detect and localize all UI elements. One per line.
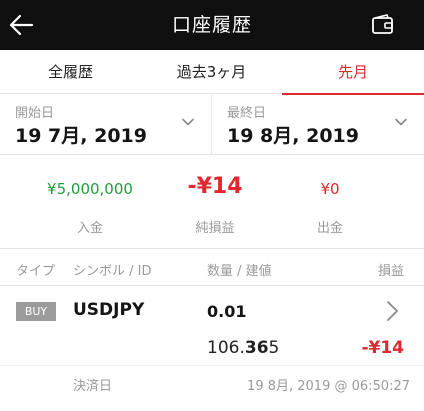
app-header: 口座履歴: [0, 0, 424, 50]
trade-price-suffix: 5: [268, 338, 280, 358]
table-row[interactable]: BUY USDJPY 0.01 106.365 -¥14 決済日 19 8月, …: [0, 287, 424, 411]
end-date-picker[interactable]: 最終日 19 8月, 2019: [212, 95, 424, 155]
trade-price-prefix: 106.: [207, 338, 245, 358]
row-divider: [0, 365, 424, 366]
start-date-label: 開始日: [15, 106, 55, 121]
tab-last-month-label: 先月: [337, 63, 368, 81]
settlement-label: 決済日: [73, 379, 113, 394]
table-header: タイプ シンボル / ID 数量 / 建値 損益: [0, 250, 424, 286]
page-title: 口座履歴: [171, 14, 252, 36]
withdrawal-label: 出金: [316, 221, 343, 236]
withdrawal-value: ¥0: [320, 180, 340, 198]
date-range: 開始日 19 7月, 2019 最終日 19 8月, 2019: [0, 95, 424, 155]
tab-all-history[interactable]: 全履歴: [0, 50, 141, 94]
chevron-down-icon: [182, 118, 194, 126]
end-date-value: 19 8月, 2019: [227, 125, 359, 147]
net-pl-label: 純損益: [195, 221, 235, 236]
net-pl-summary: -¥14 純損益: [155, 156, 275, 249]
trade-pl: -¥14: [361, 338, 404, 358]
trade-price: 106.365: [207, 338, 279, 358]
period-tabs: 全履歴 過去3ヶ月 先月: [0, 50, 424, 95]
deposit-summary: ¥5,000,000 入金: [30, 156, 150, 249]
chevron-right-icon[interactable]: [384, 299, 400, 323]
trade-symbol: USDJPY: [73, 300, 145, 320]
deposit-value: ¥5,000,000: [47, 180, 133, 198]
start-date-value: 19 7月, 2019: [15, 125, 147, 147]
column-type: タイプ: [16, 264, 56, 279]
end-date-label: 最終日: [227, 106, 267, 121]
chevron-down-icon: [395, 118, 407, 126]
wallet-icon[interactable]: [370, 12, 396, 38]
tab-last-month[interactable]: 先月: [282, 50, 424, 95]
withdrawal-summary: ¥0 出金: [280, 156, 380, 249]
tab-last-3-months[interactable]: 過去3ヶ月: [141, 50, 282, 94]
column-pl: 損益: [377, 264, 404, 279]
column-symbol: シンボル / ID: [73, 264, 152, 279]
account-summary: ¥5,000,000 入金 -¥14 純損益 ¥0 出金: [0, 156, 424, 249]
trade-price-pips: 36: [244, 338, 269, 358]
start-date-picker[interactable]: 開始日 19 7月, 2019: [0, 95, 212, 155]
trade-type-badge: BUY: [16, 302, 56, 321]
trade-quantity: 0.01: [207, 302, 247, 321]
deposit-label: 入金: [76, 221, 103, 236]
settlement-datetime: 19 8月, 2019 @ 06:50:27: [247, 379, 410, 394]
net-pl-value: -¥14: [187, 174, 243, 199]
column-qty: 数量 / 建値: [207, 264, 272, 279]
